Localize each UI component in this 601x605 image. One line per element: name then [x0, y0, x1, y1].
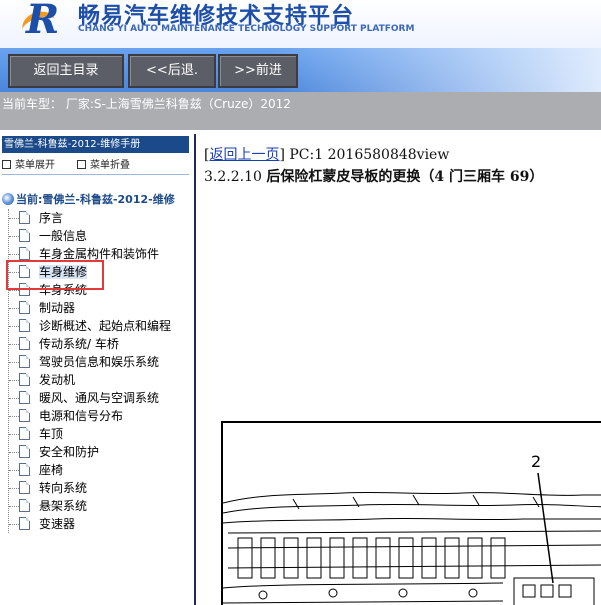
tree-item-hvac[interactable]: 暖风、通风与空调系统 — [9, 389, 189, 407]
tree-root[interactable]: 当前:雪佛兰-科鲁兹-2012-维修 — [2, 191, 175, 207]
tree-item-power-signal[interactable]: 电源和信号分布 — [9, 407, 189, 425]
collapse-menu-button[interactable]: 菜单折叠 — [77, 156, 130, 171]
document-icon — [19, 355, 30, 368]
globe-icon — [2, 193, 14, 205]
tree-item-seats[interactable]: 座椅 — [9, 461, 189, 479]
divider — [2, 174, 189, 175]
manual-title: 雪佛兰-科鲁兹-2012-维修手册 — [2, 136, 189, 153]
document-icon — [19, 427, 30, 440]
tree-item-preface[interactable]: 序言 — [9, 209, 189, 227]
app-header: R 畅易汽车维修技术支持平台 CHANG YI AUTO MAINTENANCE… — [0, 0, 601, 48]
tree-item-steering[interactable]: 转向系统 — [9, 479, 189, 497]
current-vehicle-bar: 当前车型： 厂家:S-上海雪佛兰科鲁兹（Cruze）2012 — [0, 92, 601, 130]
bumper-diagram — [221, 421, 601, 605]
tree-item-diagnostics[interactable]: 诊断概述、起始点和编程 — [9, 317, 189, 335]
app-subtitle: CHANG YI AUTO MAINTENANCE TECHNOLOGY SUP… — [78, 24, 415, 34]
selection-highlight — [6, 260, 104, 290]
pc-info: PC:1 2016580848view — [289, 147, 450, 163]
current-vehicle-text: 当前车型： 厂家:S-上海雪佛兰科鲁兹（Cruze）2012 — [2, 97, 291, 111]
document-icon — [19, 247, 30, 260]
sidebar: 雪佛兰-科鲁兹-2012-维修手册 菜单展开 菜单折叠 当前:雪佛兰-科鲁兹-2… — [0, 134, 196, 605]
section-title: 后保险杠蒙皮导板的更换（4 门三厢车 69） — [266, 169, 544, 185]
bumper-drawing — [222, 472, 601, 605]
collapse-icon — [77, 160, 86, 169]
tree-item-suspension[interactable]: 悬架系统 — [9, 497, 189, 515]
tree-item-safety[interactable]: 安全和防护 — [9, 443, 189, 461]
tree-item-engine[interactable]: 发动机 — [9, 371, 189, 389]
expand-menu-button[interactable]: 菜单展开 — [2, 156, 55, 171]
document-icon — [19, 391, 30, 404]
tree: 序言 一般信息 车身金属构件和装饰件 车身维修 车身系统 制动器 诊断概述、起始… — [8, 209, 189, 533]
document-icon — [19, 229, 30, 242]
section-heading: 3.2.2.10 后保险杠蒙皮导板的更换（4 门三厢车 69） — [204, 166, 543, 186]
back-link[interactable]: 返回上一页 — [209, 147, 279, 163]
document-icon — [19, 211, 30, 224]
tree-item-transmission[interactable]: 变速器 — [9, 515, 189, 533]
forward-button[interactable]: >>前进 — [218, 54, 298, 88]
document-icon — [19, 445, 30, 458]
tree-item-general-info[interactable]: 一般信息 — [9, 227, 189, 245]
logo: R — [18, 0, 78, 43]
tree-item-roof[interactable]: 车顶 — [9, 425, 189, 443]
document-icon — [19, 373, 30, 386]
document-icon — [19, 481, 30, 494]
document-icon — [19, 409, 30, 422]
back-button[interactable]: <<后退. — [128, 54, 216, 88]
section-number: 3.2.2.10 — [204, 169, 262, 185]
figure-callout: 2 — [531, 452, 542, 471]
toolbar: 返回主目录 <<后退. >>前进 — [0, 48, 601, 92]
document-icon — [19, 319, 30, 332]
nav-line: [返回上一页] PC:1 2016580848view — [204, 147, 450, 163]
document-icon — [19, 499, 30, 512]
expand-icon — [2, 160, 11, 169]
document-icon — [19, 517, 30, 530]
tree-item-infotainment[interactable]: 驾驶员信息和娱乐系统 — [9, 353, 189, 371]
document-icon — [19, 337, 30, 350]
home-button[interactable]: 返回主目录 — [8, 54, 124, 88]
tree-item-brakes[interactable]: 制动器 — [9, 299, 189, 317]
document-icon — [19, 463, 30, 476]
content-pane: [返回上一页] PC:1 2016580848view 3.2.2.10 后保险… — [196, 134, 601, 605]
tree-item-driveline[interactable]: 传动系统/ 车桥 — [9, 335, 189, 353]
document-icon — [19, 301, 30, 314]
